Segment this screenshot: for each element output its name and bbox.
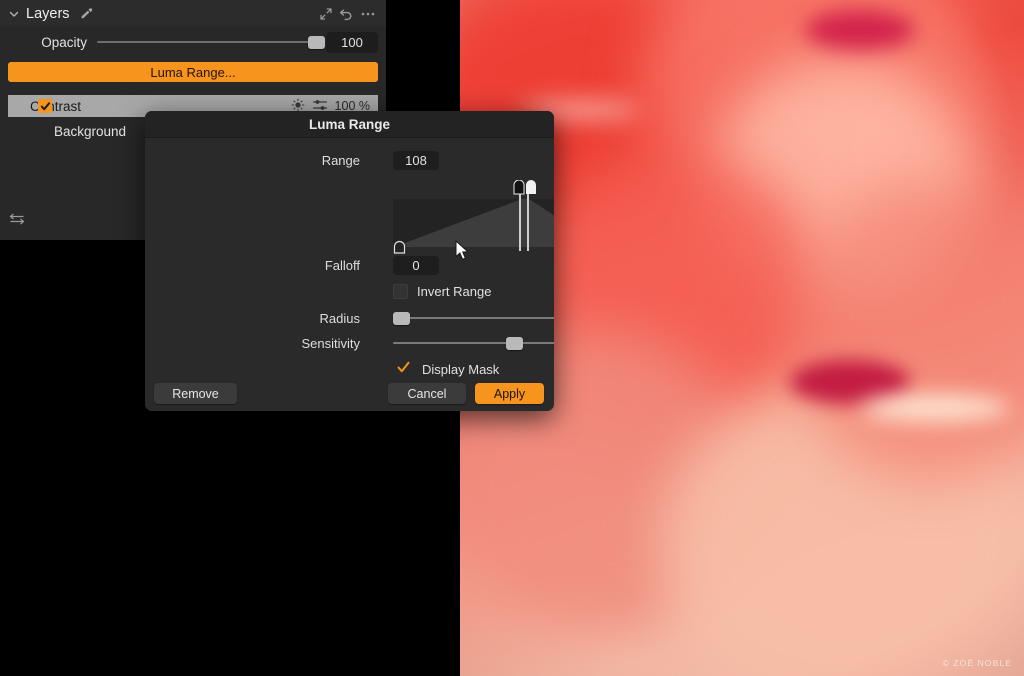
luma-range-dialog: Luma Range Range 108 115 [145,111,554,411]
ellipsis-icon[interactable] [360,7,376,21]
sensitivity-slider-knob[interactable] [505,336,523,350]
invert-range-checkbox[interactable] [393,284,408,299]
undo-arrow-icon[interactable] [339,7,354,21]
opacity-label: Opacity [41,34,87,50]
falloff-left-handle[interactable] [393,239,406,257]
radius-slider[interactable] [393,310,554,326]
range-low-marker-handle[interactable] [513,179,525,195]
range-low-marker-line[interactable] [519,191,521,251]
apply-button[interactable]: Apply [475,383,544,404]
opacity-slider-knob[interactable] [308,35,326,49]
sensitivity-slider[interactable] [393,335,554,351]
range-label: Range [321,153,360,168]
radius-slider-track [393,317,554,319]
panel-title: Layers [26,5,70,22]
dialog-button-bar: Remove Cancel Apply [145,383,554,411]
opacity-slider-track [97,41,317,43]
layers-panel-header: Layers [0,0,386,27]
sensitivity-slider-track [393,342,554,344]
luma-graph-area[interactable] [393,199,554,247]
radius-row: Radius 0 [145,308,554,328]
opacity-value-field[interactable]: 100 [326,31,378,53]
layer-name-background: Background [54,123,127,139]
sensitivity-label: Sensitivity [301,335,360,351]
luma-range-button[interactable]: Luma Range... [8,62,378,82]
opacity-slider[interactable] [97,34,326,50]
range-row: Range 108 115 [145,151,554,173]
opacity-row: Opacity 100 [0,27,386,57]
range-high-marker-handle[interactable] [525,180,537,195]
chevron-down-icon[interactable] [8,8,20,20]
photo-watermark: © ZOË NOBLE [942,658,1012,668]
dialog-titlebar[interactable]: Luma Range [145,111,554,138]
transfer-arrows-icon[interactable] [8,211,26,230]
dialog-title: Luma Range [308,116,390,132]
invert-range-label: Invert Range [417,284,492,299]
mouse-cursor [455,239,471,267]
app-root: © ZOË NOBLE Layers Opacity 100 Luma Rang… [0,0,1024,676]
radius-label: Radius [319,310,360,326]
radius-slider-knob[interactable] [393,311,410,325]
falloff-shape [393,199,554,247]
falloff-low-field[interactable]: 0 [393,256,439,275]
remove-button[interactable]: Remove [154,383,237,404]
display-mask-checkmark-icon[interactable] [397,361,410,377]
expand-arrows-icon[interactable] [319,7,333,21]
eyedropper-icon[interactable] [79,7,93,21]
range-low-field[interactable]: 108 [393,151,439,170]
display-mask-label: Display Mask [422,361,500,377]
display-mask-row[interactable]: Display Mask [397,361,499,377]
falloff-row: Falloff 0 179 [145,256,554,278]
layer-visibility-checkbox[interactable] [38,99,52,113]
luma-graph[interactable] [393,179,554,254]
invert-range-row[interactable]: Invert Range [393,284,491,299]
range-high-marker-line[interactable] [527,191,529,251]
cancel-button[interactable]: Cancel [388,383,466,404]
sensitivity-row: Sensitivity 50 [145,333,554,353]
falloff-label: Falloff [324,258,360,273]
